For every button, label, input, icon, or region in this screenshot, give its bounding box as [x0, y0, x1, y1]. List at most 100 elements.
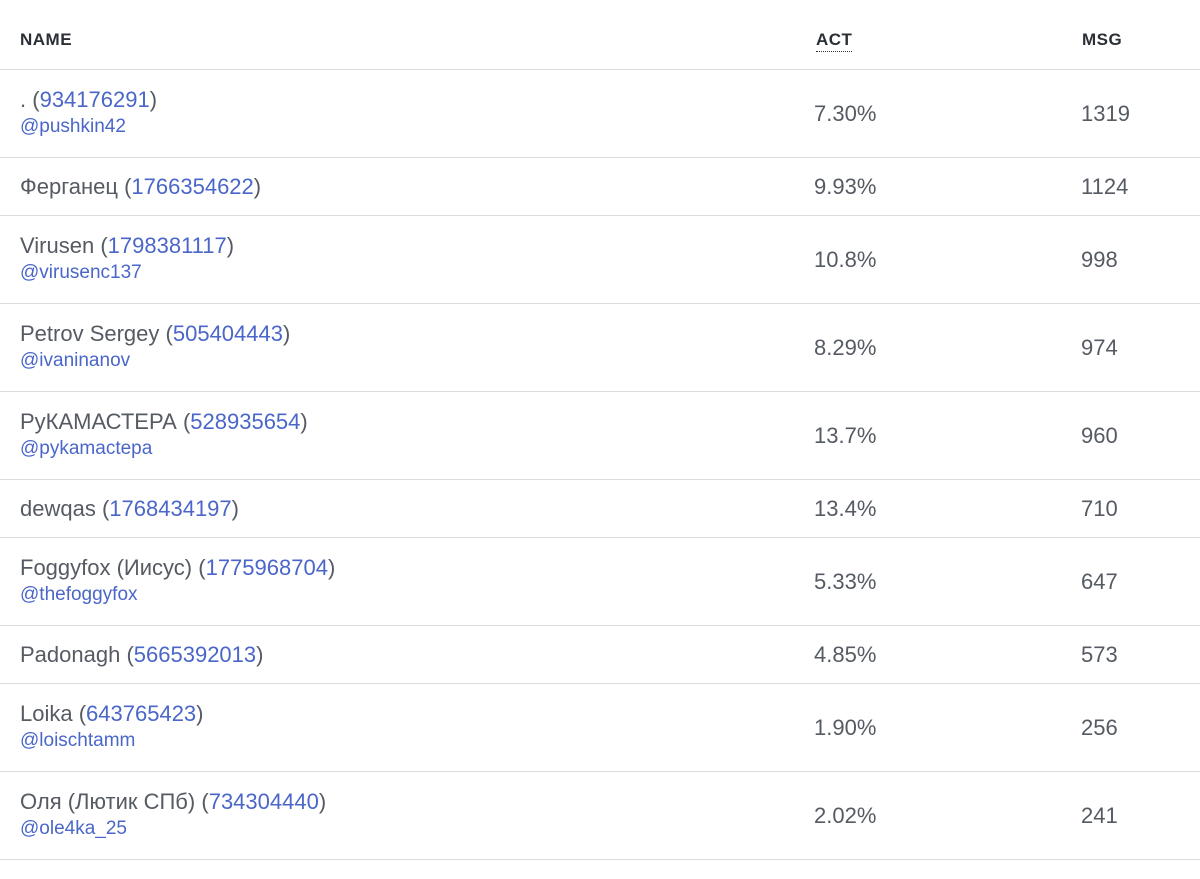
activity-value: 1.90% [814, 714, 877, 740]
paren-close: ) [253, 174, 262, 199]
message-count: 1319 [1081, 100, 1130, 126]
activity-value: 5.33% [814, 568, 877, 594]
message-count: 998 [1081, 246, 1118, 272]
user-id-link[interactable]: 528935654 [190, 409, 300, 434]
message-count: 710 [1081, 495, 1118, 521]
user-name: Loika [20, 701, 73, 726]
table-body: . (934176291) @pushkin42 7.30% 1319 Ферганец… [0, 70, 1200, 860]
paren-open: ( [95, 496, 110, 521]
paren-open: ( [117, 174, 132, 199]
user-id-link[interactable]: 505404443 [173, 321, 283, 346]
username-link[interactable]: @ole4ka_25 [20, 817, 326, 841]
name-cell: Padonagh (5665392013) [20, 642, 263, 668]
paren-open: ( [176, 409, 191, 434]
message-count: 256 [1081, 714, 1118, 740]
paren-close: ) [196, 701, 204, 726]
name-cell: Petrov Sergey (505404443) @ivaninanov [20, 321, 290, 373]
table-row: Foggyfox (Иисус) (1775968704) @thefoggyfo… [0, 538, 1200, 626]
table-row: Оля (Лютик СПб) (734304440) @ole4ka_25 2.0… [0, 772, 1200, 860]
paren-open: ( [72, 701, 87, 726]
username-link[interactable]: @ivaninanov [20, 349, 290, 373]
username-link[interactable]: @pykamactepa [20, 437, 308, 461]
user-id-link[interactable]: 1768434197 [109, 496, 231, 521]
name-cell: Loika (643765423) @loischtamm [20, 701, 204, 753]
paren-close: ) [327, 555, 336, 580]
paren-open: ( [192, 555, 206, 580]
message-count: 647 [1081, 568, 1118, 594]
name-cell: Оля (Лютик СПб) (734304440) @ole4ka_25 [20, 789, 326, 841]
username-link[interactable]: @loischtamm [20, 729, 204, 753]
user-name: Padonagh [20, 642, 121, 667]
message-count: 241 [1081, 802, 1118, 828]
name-cell: Ферганец (1766354622) [20, 174, 261, 200]
name-cell: Foggyfox (Иисус) (1775968704) @thefoggyfo… [20, 555, 335, 607]
table-row: РуКАМАСТЕРА (528935654) @pykamactepa 13.7%… [0, 392, 1200, 480]
message-count: 573 [1081, 641, 1118, 667]
activity-value: 10.8% [814, 246, 877, 272]
activity-value: 13.7% [814, 422, 877, 448]
paren-open: ( [195, 789, 209, 814]
table-row: Padonagh (5665392013) 4.85% 573 [0, 626, 1200, 684]
paren-open: ( [94, 233, 108, 258]
user-stats-table: NAME ACT MSG . (934176291) @pushkin42 7.30… [0, 0, 1200, 860]
table-row: Virusen (1798381117) @virusenc137 10.8% 998 [0, 216, 1200, 304]
name-cell: РуКАМАСТЕРА (528935654) @pykamactepa [20, 409, 308, 461]
name-cell: dewqas (1768434197) [20, 496, 239, 522]
message-count: 960 [1081, 422, 1118, 448]
user-id-link[interactable]: 5665392013 [134, 642, 256, 667]
table-row: Ферганец (1766354622) 9.93% 1124 [0, 158, 1200, 216]
message-count: 974 [1081, 334, 1118, 360]
paren-open: ( [26, 87, 40, 112]
activity-value: 7.30% [814, 100, 877, 126]
column-header-msg: MSG [1082, 30, 1123, 49]
username-link[interactable]: @pushkin42 [20, 115, 157, 139]
paren-close: ) [300, 409, 308, 434]
name-line: Ферганец (1766354622) [20, 174, 261, 200]
activity-value: 2.02% [814, 802, 877, 828]
name-line: Оля (Лютик СПб) (734304440) [20, 789, 326, 815]
user-name: dewqas [20, 496, 96, 521]
activity-value: 8.29% [814, 334, 877, 360]
paren-close: ) [231, 496, 239, 521]
user-id-link[interactable]: 1798381117 [108, 233, 227, 258]
paren-close: ) [282, 321, 291, 346]
name-line: Virusen (1798381117) [20, 233, 234, 259]
paren-close: ) [149, 87, 158, 112]
name-line: Foggyfox (Иисус) (1775968704) [20, 555, 335, 581]
column-header-name: NAME [20, 30, 73, 49]
name-cell: Virusen (1798381117) @virusenc137 [20, 233, 234, 285]
name-line: Loika (643765423) [20, 701, 204, 727]
table-row: Petrov Sergey (505404443) @ivaninanov 8.29… [0, 304, 1200, 392]
paren-open: ( [120, 642, 134, 667]
name-line: Padonagh (5665392013) [20, 642, 263, 668]
message-count: 1124 [1081, 173, 1129, 199]
user-name: Petrov Sergey [20, 321, 160, 346]
user-id-link[interactable]: 1766354622 [131, 174, 253, 199]
column-header-act[interactable]: ACT [816, 30, 853, 52]
username-link[interactable]: @virusenc137 [20, 261, 234, 285]
user-id-link[interactable]: 643765423 [86, 701, 196, 726]
name-line: РуКАМАСТЕРА (528935654) [20, 409, 308, 435]
user-name: Оля (Лютик СПб) [20, 789, 196, 814]
paren-open: ( [159, 321, 173, 346]
user-name: Foggyfox (Иисус) [20, 555, 193, 580]
activity-value: 13.4% [814, 495, 877, 521]
username-link[interactable]: @thefoggyfox [20, 583, 335, 607]
name-line: dewqas (1768434197) [20, 496, 239, 522]
user-name: Ферганец [20, 174, 118, 199]
user-name: Virusen [20, 233, 95, 258]
name-cell: . (934176291) @pushkin42 [20, 87, 157, 139]
user-id-link[interactable]: 1775968704 [206, 555, 328, 580]
name-line: . (934176291) [20, 87, 157, 113]
user-id-link[interactable]: 734304440 [209, 789, 319, 814]
activity-value: 9.93% [814, 173, 877, 199]
user-id-link[interactable]: 934176291 [40, 87, 150, 112]
table-header: NAME ACT MSG [0, 0, 1200, 70]
paren-close: ) [318, 789, 327, 814]
user-name: РуКАМАСТЕРА [20, 409, 177, 434]
name-line: Petrov Sergey (505404443) [20, 321, 290, 347]
table-row: . (934176291) @pushkin42 7.30% 1319 [0, 70, 1200, 158]
table-row: dewqas (1768434197) 13.4% 710 [0, 480, 1200, 538]
paren-close: ) [256, 642, 264, 667]
table-row: Loika (643765423) @loischtamm 1.90% 256 [0, 684, 1200, 772]
